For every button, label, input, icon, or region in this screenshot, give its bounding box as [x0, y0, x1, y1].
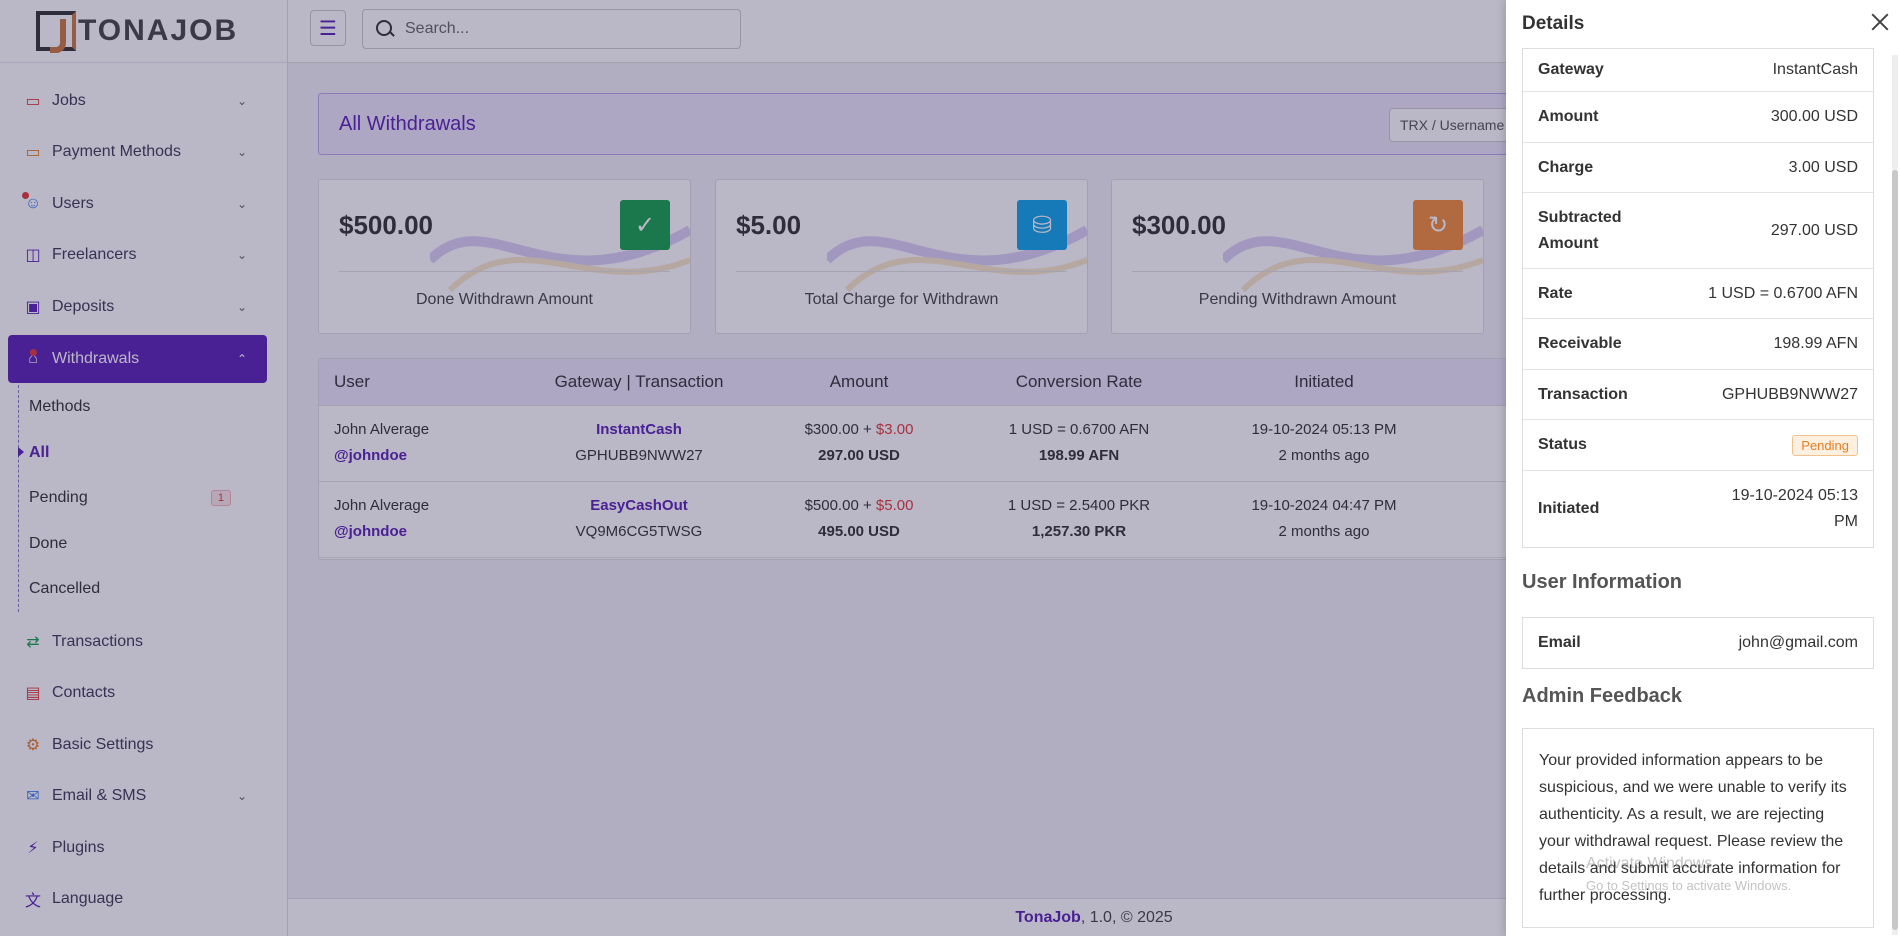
detail-key: Status	[1538, 436, 1587, 453]
detail-value: 300.00 USD	[1770, 108, 1858, 125]
detail-key: Email	[1538, 634, 1581, 651]
modal-backdrop[interactable]	[0, 0, 1506, 936]
detail-value: 3.00 USD	[1788, 158, 1858, 176]
detail-value: john@gmail.com	[1738, 634, 1858, 651]
detail-key: Charge	[1538, 158, 1594, 176]
detail-row-amount: Amount 300.00 USD	[1523, 92, 1873, 143]
detail-row-charge: Charge 3.00 USD	[1523, 143, 1873, 193]
detail-value: 297.00 USD	[1770, 221, 1858, 239]
detail-value: 19-10-2024 05:13 PM	[1731, 487, 1858, 530]
detail-key: Amount	[1538, 108, 1599, 125]
detail-row-receivable: Receivable 198.99 AFN	[1523, 319, 1873, 370]
drawer-header: Details	[1506, 0, 1900, 48]
detail-value: 1 USD = 0.6700 AFN	[1708, 284, 1858, 302]
detail-row-transaction: Transaction GPHUBB9NWW27	[1523, 370, 1873, 420]
status-badge: Pending	[1792, 434, 1858, 456]
detail-key: Receivable	[1538, 335, 1622, 352]
detail-key: Gateway	[1538, 61, 1604, 78]
detail-row-status: Status Pending	[1523, 420, 1873, 471]
details-drawer: Details Gateway InstantCash Amount 300.00 …	[1506, 0, 1900, 936]
detail-row-initiated: Initiated 19-10-2024 05:13 PM	[1523, 471, 1873, 547]
detail-value: 198.99 AFN	[1773, 335, 1859, 352]
windows-activation-watermark: Activate Windows Go to Settings to activ…	[1586, 853, 1791, 897]
details-list: Gateway InstantCash Amount 300.00 USD Char…	[1522, 48, 1874, 548]
admin-feedback-box: Your provided information appears to be …	[1522, 728, 1874, 928]
detail-key: Initiated	[1538, 500, 1600, 517]
watermark-line: Go to Settings to activate Windows.	[1586, 878, 1792, 893]
close-icon[interactable]	[1868, 10, 1892, 34]
feedback-text: Your provided information appears to be …	[1539, 752, 1847, 904]
detail-row-gateway: Gateway InstantCash	[1523, 49, 1873, 92]
detail-key: Transaction	[1538, 385, 1628, 403]
detail-key: Subtracted Amount	[1538, 208, 1622, 252]
user-information-heading: User Information	[1522, 571, 1683, 593]
detail-row-email: Email john@gmail.com	[1523, 618, 1873, 668]
detail-row-rate: Rate 1 USD = 0.6700 AFN	[1523, 269, 1873, 319]
detail-row-subtracted: Subtracted Amount 297.00 USD	[1523, 193, 1873, 269]
drawer-scrollbar[interactable]	[1892, 55, 1898, 935]
drawer-title: Details	[1522, 13, 1585, 34]
detail-key: Rate	[1538, 284, 1573, 302]
user-info-box: Email john@gmail.com	[1522, 617, 1874, 669]
detail-value: InstantCash	[1772, 61, 1858, 78]
detail-value: GPHUBB9NWW27	[1721, 385, 1858, 403]
watermark-line: Activate Windows	[1586, 855, 1713, 872]
admin-feedback-heading: Admin Feedback	[1522, 685, 1683, 707]
